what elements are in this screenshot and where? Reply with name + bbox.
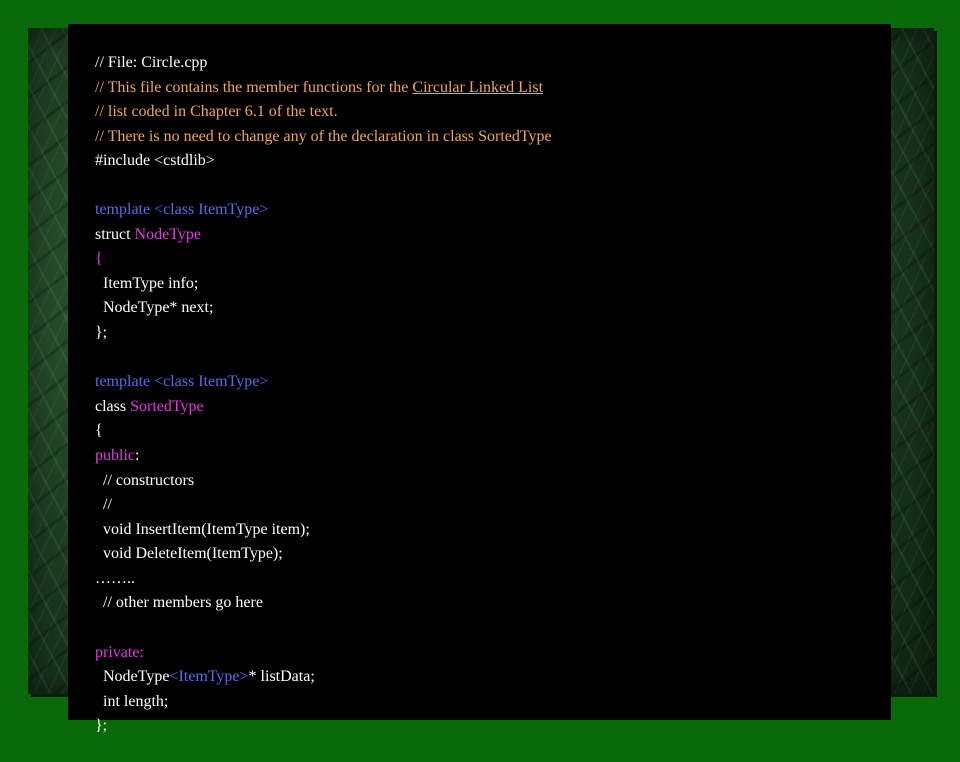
code-line-18: // constructors [79,445,194,489]
code-line-21: void DeleteItem(ItemType); [79,518,283,562]
code-line-2: // This file contains the member functio… [79,52,543,96]
circular-linked-list-link[interactable]: Circular Linked List [412,79,543,96]
member-declaration: NodeType* next; [95,299,214,316]
template-argument: <ItemType> [169,668,249,685]
include-directive: #include <cstdlib> [95,152,215,169]
code-panel: // File: Circle.cpp // This file contain… [68,24,891,734]
code-line-27: int length; [79,666,168,710]
code-line-5: #include <cstdlib> [79,125,215,169]
code-line-26: NodeType<ItemType>* listData; [79,641,315,685]
code-line-3: // list coded in Chapter 6.1 of the text… [79,76,338,120]
code-line-20: void InsertItem(ItemType item); [79,494,310,538]
comment-text: // other members go here [95,594,263,611]
code-line-17: public: [79,420,139,464]
code-line-28: }; [79,690,107,734]
code-line-19: // [79,469,112,513]
member-declaration: * listData; [248,668,315,685]
close-brace: }; [95,324,108,341]
code-line-16: { [79,395,103,439]
code-line-22: …….. [79,543,135,587]
code-line-11: NodeType* next; [79,272,213,316]
code-line-25: private: [79,617,144,661]
code-line-7: template <class ItemType> [79,174,268,218]
code-line-1: // File: Circle.cpp [79,27,207,71]
code-line-15: class SortedType [79,371,204,415]
code-line-12: }; [79,297,107,341]
code-line-14: template <class ItemType> [79,346,268,390]
code-line-9: { [79,223,103,267]
code-line-10: ItemType info; [79,248,198,292]
code-line-8: struct NodeType [79,199,201,243]
code-line-23: // other members go here [79,567,263,611]
class-name: SortedType [130,398,204,415]
struct-name: NodeType [134,226,201,243]
code-line-4: // There is no need to change any of the… [79,101,552,145]
